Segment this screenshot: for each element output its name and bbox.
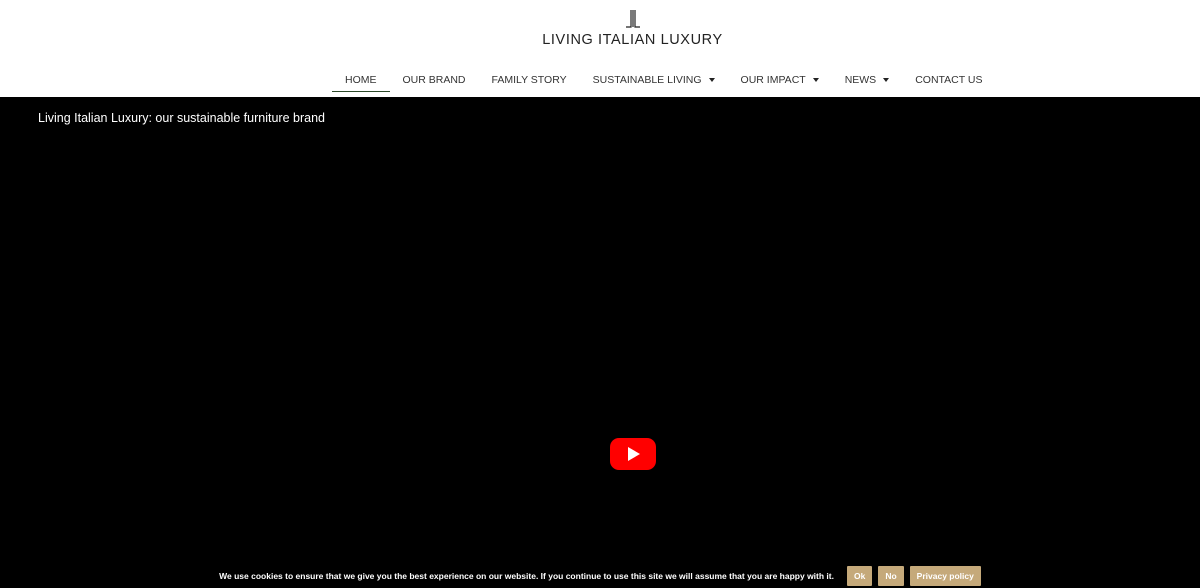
nav-item-label: OUR IMPACT [740, 73, 806, 86]
youtube-play-button[interactable] [610, 438, 656, 470]
cookie-notice-text: We use cookies to ensure that we give yo… [219, 570, 834, 581]
nav-item-label: SUSTAINABLE LIVING [592, 73, 702, 86]
caret-down-icon [883, 77, 890, 82]
nav-item-contact-us[interactable]: CONTACT US [902, 71, 995, 90]
site-logo[interactable]: LIVING ITALIAN LUXURY [540, 8, 725, 48]
video-embed[interactable]: Living Italian Luxury: our sustainable f… [0, 97, 1200, 588]
nav-item-label: HOME [345, 73, 377, 86]
nav-item-family-story[interactable]: FAMILY STORY [479, 71, 580, 90]
nav-item-label: FAMILY STORY [491, 73, 567, 86]
nav-item-sustainable-living[interactable]: SUSTAINABLE LIVING [580, 71, 728, 90]
site-header: LIVING ITALIAN LUXURY HOME OUR BRAND FAM… [0, 0, 1200, 97]
youtube-play-icon [628, 447, 640, 461]
caret-down-icon [708, 77, 715, 82]
main-nav: HOME OUR BRAND FAMILY STORY SUSTAINABLE … [332, 70, 995, 92]
brand-name: LIVING ITALIAN LUXURY [542, 32, 723, 48]
nav-item-news[interactable]: NEWS [832, 71, 903, 90]
nav-item-label: OUR BRAND [402, 73, 466, 86]
nav-item-label: CONTACT US [915, 73, 983, 86]
cookie-no-button[interactable]: No [878, 565, 904, 586]
nav-item-label: NEWS [844, 73, 877, 86]
cookie-notice: We use cookies to ensure that we give yo… [0, 563, 1200, 588]
privacy-policy-button[interactable]: Privacy policy [909, 565, 981, 586]
video-title[interactable]: Living Italian Luxury: our sustainable f… [38, 111, 325, 125]
brand-monogram-icon [625, 10, 640, 28]
nav-item-our-impact[interactable]: OUR IMPACT [728, 71, 832, 90]
caret-down-icon [812, 77, 819, 82]
cookie-ok-button[interactable]: Ok [846, 565, 873, 586]
nav-item-home[interactable]: HOME [332, 71, 390, 92]
nav-item-our-brand[interactable]: OUR BRAND [390, 71, 479, 90]
